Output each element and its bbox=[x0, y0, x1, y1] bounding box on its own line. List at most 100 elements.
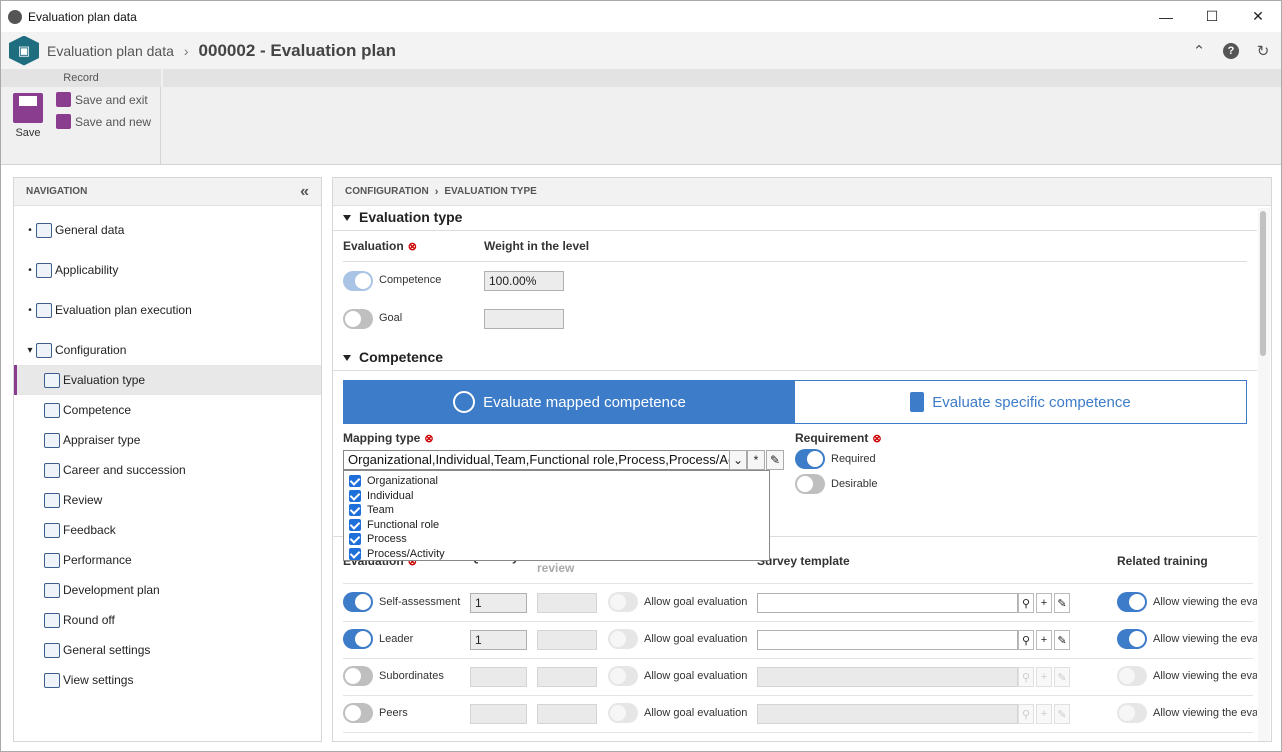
save-icon bbox=[13, 93, 43, 123]
clear-brush-icon[interactable]: ✎ bbox=[1054, 630, 1070, 650]
allow-goal-label: Allow goal evaluation bbox=[644, 596, 748, 608]
leader-survey-field[interactable] bbox=[757, 630, 1018, 650]
nav-item-general-settings[interactable]: General settings bbox=[14, 635, 321, 665]
self-assessment-quantity[interactable]: 1 bbox=[470, 593, 527, 613]
subordinates-quantity bbox=[470, 667, 527, 687]
save-and-exit-button[interactable]: Save and exit bbox=[56, 92, 148, 107]
required-icon: ⊗ bbox=[407, 241, 417, 253]
help-icon[interactable]: ? bbox=[1223, 42, 1239, 59]
evaluation-plan-logo-icon: ▣ bbox=[9, 35, 39, 66]
nav-item-label: Competence bbox=[63, 403, 132, 417]
search-icon[interactable]: ⚲ bbox=[1018, 593, 1034, 613]
chevron-down-icon[interactable]: ⌄ bbox=[729, 450, 747, 470]
add-icon[interactable]: + bbox=[1036, 630, 1052, 650]
performance-chart-icon bbox=[44, 552, 60, 568]
close-button[interactable]: ✕ bbox=[1235, 1, 1281, 32]
clear-brush-icon[interactable]: ✎ bbox=[766, 450, 784, 470]
goal-weight-field[interactable] bbox=[484, 309, 564, 329]
clear-brush-icon: ✎ bbox=[1054, 704, 1070, 724]
self-assessment-related-toggle[interactable] bbox=[1117, 592, 1147, 612]
competence-toggle[interactable] bbox=[343, 271, 373, 291]
option-functional-role[interactable]: Functional role bbox=[344, 518, 769, 533]
self-assessment-goal-toggle bbox=[608, 592, 638, 612]
view-settings-icon bbox=[44, 672, 60, 688]
divider bbox=[343, 658, 1253, 659]
save-and-new-button[interactable]: Save and new bbox=[56, 114, 151, 129]
peers-toggle[interactable] bbox=[343, 703, 373, 723]
nav-item-appraiser-type[interactable]: Appraiser type bbox=[14, 425, 321, 455]
collapse-navigation-icon[interactable]: « bbox=[300, 183, 309, 201]
search-icon: ⚲ bbox=[1018, 704, 1034, 724]
nav-item-review[interactable]: Review bbox=[14, 485, 321, 515]
competence-weight-field[interactable]: 100.00% bbox=[484, 271, 564, 291]
leader-related-toggle[interactable] bbox=[1117, 629, 1147, 649]
option-label: Individual bbox=[367, 489, 414, 502]
option-process-activity[interactable]: Process/Activity bbox=[344, 547, 769, 562]
nav-item-label: Configuration bbox=[55, 343, 127, 357]
subordinates-review bbox=[537, 667, 597, 687]
option-team[interactable]: Team bbox=[344, 503, 769, 518]
self-assessment-toggle[interactable] bbox=[343, 592, 373, 612]
nav-item-evaluation-type[interactable]: Evaluation type bbox=[14, 365, 321, 395]
specific-label: Evaluate specific competence bbox=[932, 393, 1131, 411]
content-breadcrumb: CONFIGURATION › EVALUATION TYPE bbox=[333, 178, 1271, 206]
checkbox-checked-icon[interactable] bbox=[349, 518, 361, 531]
checkbox-checked-icon[interactable] bbox=[349, 475, 361, 488]
mobile-icon bbox=[910, 392, 925, 412]
option-process[interactable]: Process bbox=[344, 532, 769, 547]
refresh-icon[interactable]: ↻ bbox=[1253, 41, 1273, 61]
checkbox-checked-icon[interactable] bbox=[349, 489, 361, 502]
self-assessment-survey-field[interactable] bbox=[757, 593, 1018, 613]
nav-item-development-plan[interactable]: Development plan bbox=[14, 575, 321, 605]
evaluation-label: Evaluation ⊗ bbox=[343, 239, 417, 253]
nav-item-career-and-succession[interactable]: Career and succession bbox=[14, 455, 321, 485]
checkbox-checked-icon[interactable] bbox=[349, 533, 361, 546]
breadcrumb-configuration[interactable]: CONFIGURATION bbox=[345, 186, 429, 197]
leader-toggle[interactable] bbox=[343, 629, 373, 649]
allow-viewing-label: Allow viewing the evaluation bbox=[1153, 670, 1257, 682]
leader-quantity[interactable]: 1 bbox=[470, 630, 527, 650]
nav-item-feedback[interactable]: Feedback bbox=[14, 515, 321, 545]
add-icon: + bbox=[1036, 704, 1052, 724]
asterisk-icon[interactable]: * bbox=[747, 450, 765, 470]
maximize-button[interactable]: ☐ bbox=[1189, 1, 1235, 32]
search-icon[interactable]: ⚲ bbox=[1018, 630, 1034, 650]
allow-viewing-label: Allow viewing the evaluation bbox=[1153, 633, 1257, 645]
checkbox-checked-icon[interactable] bbox=[349, 504, 361, 517]
nav-item-round-off[interactable]: Round off bbox=[14, 605, 321, 635]
goal-toggle[interactable] bbox=[343, 309, 373, 329]
expand-arrow-icon[interactable]: ▾ bbox=[24, 345, 36, 356]
nav-item-general-data[interactable]: • General data bbox=[14, 215, 321, 245]
content-panel: CONFIGURATION › EVALUATION TYPE Evaluati… bbox=[332, 177, 1272, 742]
nav-item-configuration[interactable]: ▾ Configuration bbox=[14, 335, 321, 365]
nav-item-evaluation-plan-execution[interactable]: • Evaluation plan execution bbox=[14, 295, 321, 325]
section-evaluation-type[interactable]: Evaluation type bbox=[343, 209, 462, 225]
desirable-toggle[interactable] bbox=[795, 474, 825, 494]
section-competence[interactable]: Competence bbox=[343, 349, 443, 365]
collapse-header-icon[interactable]: ⌃ bbox=[1189, 41, 1209, 61]
add-icon[interactable]: + bbox=[1036, 593, 1052, 613]
scrollbar-thumb[interactable] bbox=[1260, 211, 1266, 356]
minimize-button[interactable]: — bbox=[1143, 1, 1189, 32]
evaluate-specific-competence-button[interactable]: Evaluate specific competence bbox=[795, 381, 1246, 423]
peers-review bbox=[537, 704, 597, 724]
nav-item-applicability[interactable]: • Applicability bbox=[14, 255, 321, 285]
required-toggle[interactable] bbox=[795, 449, 825, 469]
breadcrumb-app[interactable]: Evaluation plan data bbox=[47, 43, 174, 59]
subordinates-toggle[interactable] bbox=[343, 666, 373, 686]
mapping-type-select[interactable]: Organizational,Individual,Team,Functiona… bbox=[343, 450, 747, 470]
nav-item-performance[interactable]: Performance bbox=[14, 545, 321, 575]
option-individual[interactable]: Individual bbox=[344, 489, 769, 504]
option-organizational[interactable]: Organizational bbox=[344, 474, 769, 489]
save-button[interactable]: Save bbox=[9, 93, 47, 139]
nav-item-label: General data bbox=[55, 223, 125, 237]
option-label: Process/Activity bbox=[367, 547, 445, 560]
clear-brush-icon[interactable]: ✎ bbox=[1054, 593, 1070, 613]
evaluate-mapped-competence-button[interactable]: Evaluate mapped competence bbox=[344, 381, 795, 423]
required-icon: ⊗ bbox=[424, 433, 434, 445]
allow-viewing-label: Allow viewing the evaluation bbox=[1153, 707, 1257, 719]
nav-item-competence[interactable]: Competence bbox=[14, 395, 321, 425]
checkbox-checked-icon[interactable] bbox=[349, 547, 361, 560]
nav-item-view-settings[interactable]: View settings bbox=[14, 665, 321, 695]
required-label: Required bbox=[831, 453, 876, 465]
